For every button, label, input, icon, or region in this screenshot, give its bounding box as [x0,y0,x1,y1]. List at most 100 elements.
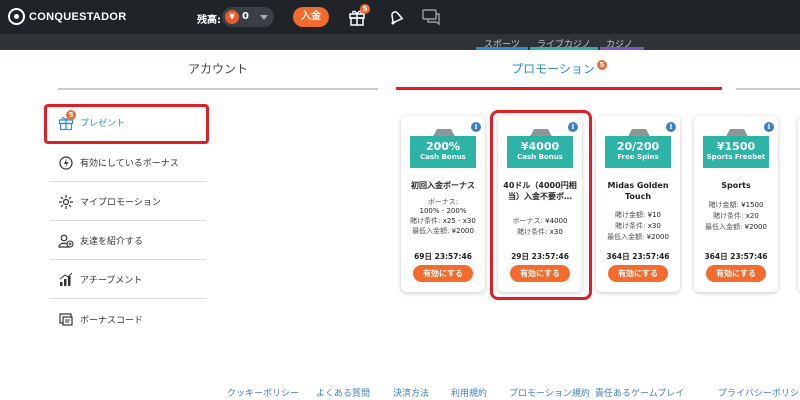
subnav-tab-casino-underline [600,47,644,50]
card-detail: 賭け条件: x20 [694,211,778,221]
detail-label: 賭け条件: [713,212,744,220]
detail-value: ¥2000 [451,227,474,235]
detail-value: x30 [647,222,661,230]
product-nav: スポーツ ライブカジノ カジノ [0,34,800,50]
card-banner: 20/200 Free Spins [605,136,671,168]
promo-card: 200% Cash Bonus i 初回入金ボーナス ボーナス: 100% - … [401,116,485,292]
detail-label: 賭け条件: [615,222,646,230]
detail-label: 最低入金額: [412,227,450,235]
info-icon[interactable]: i [666,122,676,132]
tab-promotion-badge: 5 [596,60,607,70]
chat-button[interactable] [422,8,442,26]
balance-value: 0 [242,11,249,22]
chat-icon [422,9,440,26]
tab-promotion-label: プロモーション [511,62,595,76]
card-detail: 最低入金額: ¥2000 [401,226,485,236]
promo-card: 20/200 Free Spins i Midas Golden Touch 賭… [596,116,680,292]
deposit-button[interactable]: 入金 [293,7,329,27]
card-timer: 364日 23:57:46 [606,252,670,261]
tab-account-underline [58,88,378,90]
active-bonus-icon [58,155,74,171]
card-detail: 賭け条件: x30 [596,221,680,231]
card-amount: ¥1500 [716,140,756,153]
sidebar-item-label: 友達を紹介する [80,237,144,247]
sidebar-item-achievement[interactable]: アチーブメント [50,261,206,299]
detail-value: x20 [745,212,759,220]
detail-value: ¥2000 [744,223,767,231]
subnav-tab-sports-underline [476,47,528,50]
sidebar-item-bonus-code[interactable]: ボーナスコード [50,300,206,338]
logo-text: CONQUESTADOR [29,10,127,23]
activate-button[interactable]: 有効にする [413,265,473,282]
chevron-down-icon [260,15,268,20]
card-title: 初回入金ボーナス [411,181,475,190]
notifications-button[interactable] [387,8,405,26]
footer-link-cookie-policy[interactable]: クッキーポリシー [227,386,299,399]
subnav-tab-live-casino-underline [530,47,598,50]
sidebar-item-refer-friend[interactable]: 友達を紹介する [50,222,206,260]
footer-link-responsible-gaming[interactable]: 責任あるゲームプレイ [595,386,684,399]
detail-label: 賭け条件: [410,217,441,225]
card-timer: 364日 23:57:46 [704,252,768,261]
card-title: Sports [721,181,751,190]
card-detail: 賭け金額: ¥1500 [694,200,778,210]
card-detail: 賭け金額: ¥10 [596,210,680,220]
sidebar-item-active-bonus[interactable]: 有効にしているボーナス [50,144,206,182]
detail-value: ¥1500 [741,201,764,209]
card-detail: 最低入金額: ¥2000 [596,232,680,242]
tab-promotion[interactable]: プロモーション 5 [396,60,722,77]
footer-link-payment-methods[interactable]: 決済方法 [393,386,429,399]
my-promotion-icon [58,194,74,210]
card-banner: 200% Cash Bonus [410,136,476,168]
card-detail: 賭け条件: x25 - x30 [401,216,485,226]
tab-promotion-underline [396,87,722,90]
logo-mark-icon [8,8,25,25]
card-detail: 100% - 200% [401,206,485,216]
card-kind: Sports Freebet [706,153,766,161]
gift-badge: 5 [360,4,370,14]
detail-label: 最低入金額: [705,223,743,231]
detail-value: x25 - x30 [442,217,476,225]
tab-account-label: アカウント [187,62,248,76]
footer-link-terms[interactable]: 利用規約 [451,386,487,399]
card-detail: 最低入金額: ¥2000 [694,222,778,232]
gift-button[interactable]: 5 [348,4,370,26]
card-amount: 200% [426,140,460,153]
top-bar: CONQUESTADOR 残高: ¥ 0 入金 5 [0,0,800,34]
sidebar-item-my-promotion[interactable]: マイプロモーション [50,183,206,221]
card-kind: Cash Bonus [420,153,466,161]
detail-label: 賭け金額: [708,201,739,209]
info-icon[interactable]: i [764,122,774,132]
detail-value: ¥2000 [646,233,669,241]
bonus-code-icon [58,311,74,327]
detail-label: ボーナス: [427,198,459,206]
balance-dropdown[interactable]: ¥ 0 [222,7,274,27]
footer-link-privacy-policy[interactable]: プライバシーポリシー [718,386,800,399]
footer-link-promotion-terms[interactable]: プロモーション規約 [509,386,590,399]
detail-label: 最低入金額: [607,233,645,241]
info-icon[interactable]: i [471,122,481,132]
balance-label: 残高: [197,15,221,26]
achievement-icon [58,272,74,288]
promo-card: ¥1500 Sports Freebet i Sports 賭け金額: ¥150… [694,116,778,292]
card-kind: Free Spins [617,153,659,161]
yen-coin-icon: ¥ [225,10,239,24]
activate-button[interactable]: 有効にする [706,265,766,282]
sidebar-item-label: ボーナスコード [80,315,144,326]
activate-button[interactable]: 有効にする [608,265,668,282]
sidebar-item-label: マイプロモーション [80,198,161,208]
tab-account[interactable]: アカウント [58,60,378,77]
tab-divider [736,88,800,90]
logo[interactable]: CONQUESTADOR [8,8,127,25]
refer-friend-icon [58,233,74,249]
bell-icon [391,11,404,25]
detail-label: 賭け金額: [615,211,646,219]
highlight-frame [44,104,209,144]
sidebar-item-label: アチーブメント [80,276,143,286]
card-timer: 69日 23:57:46 [414,252,472,261]
footer-link-faq[interactable]: よくある質問 [316,386,370,399]
detail-value: ¥10 [647,211,661,219]
card-amount: 20/200 [616,140,660,153]
detail-value: 100% - 200% [419,207,467,215]
highlight-frame [490,110,592,300]
